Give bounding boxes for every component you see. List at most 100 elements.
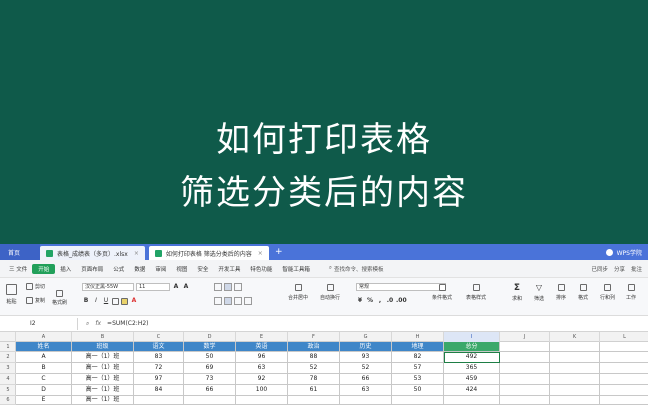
menu-page-layout[interactable]: 页面布局 <box>76 265 108 273</box>
table-cell[interactable]: 424 <box>444 385 500 396</box>
menu-view[interactable]: 视图 <box>171 265 192 273</box>
table-cell[interactable]: 459 <box>444 374 500 385</box>
header-cell[interactable]: 总分 <box>444 342 500 352</box>
column-header-b[interactable]: B <box>72 332 134 342</box>
table-cell[interactable]: 52 <box>340 363 392 374</box>
align-left-icon[interactable] <box>214 297 222 305</box>
header-cell[interactable]: 班级 <box>72 342 134 352</box>
align-center-icon[interactable] <box>224 297 232 305</box>
menu-security[interactable]: 安全 <box>192 265 213 273</box>
currency-icon[interactable]: ¥ <box>356 297 364 305</box>
row-header-6[interactable]: 6 <box>0 396 16 405</box>
table-cell[interactable]: 61 <box>288 385 340 396</box>
doc-tab-1[interactable]: 表格_成绩表（多页）.xlsx × <box>40 246 145 260</box>
menu-special[interactable]: 特色功能 <box>245 265 277 273</box>
column-header-l[interactable]: L <box>600 332 648 342</box>
table-cell[interactable] <box>550 396 600 405</box>
table-cell[interactable]: B <box>16 363 72 374</box>
table-cell[interactable] <box>184 396 236 405</box>
rows-cols-button[interactable]: 行和列 <box>600 284 615 301</box>
format-button[interactable]: 格式 <box>578 284 588 301</box>
table-cell[interactable] <box>600 374 648 385</box>
align-middle-icon[interactable] <box>224 283 232 291</box>
table-cell[interactable]: 83 <box>134 352 184 363</box>
bold-icon[interactable]: B <box>82 297 90 305</box>
table-cell[interactable] <box>340 396 392 405</box>
format-painter-button[interactable]: 格式刷 <box>52 290 67 306</box>
table-cell[interactable]: 高一（1）班 <box>72 352 134 363</box>
filter-button[interactable]: ▽ 筛选 <box>534 284 544 303</box>
table-cell[interactable]: 高一（1）班 <box>72 396 134 405</box>
table-cell[interactable] <box>550 352 600 363</box>
column-header-g[interactable]: G <box>340 332 392 342</box>
sort-button[interactable]: 排序 <box>556 284 566 301</box>
header-cell[interactable] <box>600 342 648 352</box>
menu-developer[interactable]: 开发工具 <box>213 265 245 273</box>
percent-icon[interactable]: % <box>366 297 374 305</box>
table-cell[interactable] <box>236 396 288 405</box>
menu-formula[interactable]: 公式 <box>108 265 129 273</box>
table-cell[interactable]: 69 <box>184 363 236 374</box>
column-header-f[interactable]: F <box>288 332 340 342</box>
table-cell[interactable]: 82 <box>392 352 444 363</box>
sheet-button[interactable]: 工作 <box>626 284 636 301</box>
grow-font-icon[interactable]: A <box>172 283 180 291</box>
decrease-decimal-icon[interactable]: .00 <box>396 297 407 305</box>
header-cell[interactable] <box>550 342 600 352</box>
table-cell[interactable]: 100 <box>236 385 288 396</box>
table-cell[interactable]: 52 <box>288 363 340 374</box>
merge-center-button[interactable]: 合并居中 <box>288 284 308 301</box>
table-cell[interactable] <box>550 385 600 396</box>
header-cell[interactable]: 英语 <box>236 342 288 352</box>
table-cell[interactable] <box>444 396 500 405</box>
column-header-i[interactable]: I <box>444 332 500 342</box>
align-right-icon[interactable] <box>234 297 242 305</box>
column-header-h[interactable]: H <box>392 332 444 342</box>
table-cell[interactable] <box>550 374 600 385</box>
fill-color-icon[interactable] <box>121 297 128 305</box>
account-area[interactable]: WPS学院 <box>605 248 648 257</box>
table-cell[interactable]: 78 <box>288 374 340 385</box>
table-cell[interactable]: 高一（1）班 <box>72 363 134 374</box>
underline-icon[interactable]: U <box>102 297 110 305</box>
table-cell[interactable]: 53 <box>392 374 444 385</box>
table-cell[interactable] <box>288 396 340 405</box>
table-cell[interactable]: 57 <box>392 363 444 374</box>
copy-button[interactable]: 复制 <box>26 297 45 304</box>
table-cell[interactable] <box>600 363 648 374</box>
header-cell[interactable]: 地理 <box>392 342 444 352</box>
row-header-3[interactable]: 3 <box>0 363 16 374</box>
table-cell[interactable]: 492 <box>444 352 500 363</box>
table-cell[interactable] <box>500 374 550 385</box>
doc-tab-2[interactable]: 如何打印表格 筛选分类后的内容 × <box>148 246 269 260</box>
close-icon[interactable]: × <box>134 250 139 257</box>
header-cell[interactable]: 数学 <box>184 342 236 352</box>
row-header-4[interactable]: 4 <box>0 374 16 385</box>
italic-icon[interactable]: I <box>92 297 100 305</box>
table-cell[interactable] <box>500 352 550 363</box>
border-icon[interactable] <box>112 297 119 305</box>
menu-review[interactable]: 审阅 <box>150 265 171 273</box>
table-cell[interactable] <box>500 396 550 405</box>
table-cell[interactable] <box>600 385 648 396</box>
table-cell[interactable]: 73 <box>184 374 236 385</box>
thousands-icon[interactable]: , <box>376 297 384 305</box>
zoom-icon[interactable]: ⌕ <box>86 320 89 328</box>
column-header-e[interactable]: E <box>236 332 288 342</box>
formula-input[interactable]: =SUM(C2:H2) <box>107 320 148 327</box>
table-cell[interactable] <box>550 363 600 374</box>
table-cell[interactable] <box>600 396 648 405</box>
table-cell[interactable] <box>392 396 444 405</box>
table-cell[interactable]: 高一（1）班 <box>72 385 134 396</box>
table-cell[interactable]: 365 <box>444 363 500 374</box>
align-bottom-icon[interactable] <box>234 283 242 291</box>
header-cell[interactable]: 政治 <box>288 342 340 352</box>
table-style-button[interactable]: 表格样式 <box>466 284 486 301</box>
table-cell[interactable]: 97 <box>134 374 184 385</box>
shrink-font-icon[interactable]: A <box>182 283 190 291</box>
wrap-text-button[interactable]: 自动换行 <box>320 284 340 301</box>
row-header-5[interactable]: 5 <box>0 385 16 396</box>
share-button[interactable]: 分享 <box>614 265 625 273</box>
paste-button[interactable]: 粘贴 <box>6 284 17 305</box>
menu-start[interactable]: 开始 <box>32 263 56 274</box>
